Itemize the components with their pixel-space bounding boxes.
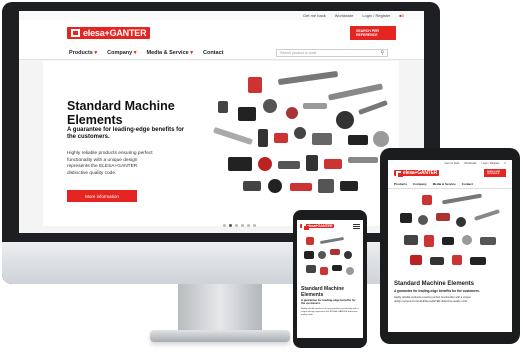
tablet-topbar-link[interactable]: Worldwide <box>464 162 476 165</box>
tablet-nav-item[interactable]: Media & Service <box>433 182 456 186</box>
tablet-nav-item[interactable]: Contact <box>462 182 473 186</box>
tablet-hero-title: Standard Machine Elements <box>394 281 475 287</box>
tablet-topbar-link[interactable]: Login / Register <box>481 162 499 165</box>
logo-mark-icon <box>302 224 309 230</box>
phone-hero-subtitle: A guarantee for leading-edge benefits fo… <box>301 298 356 306</box>
logo-mark-icon <box>396 170 403 177</box>
carousel-dot[interactable] <box>235 224 238 227</box>
tablet-header: elesa+GANTER SEARCH PER REFERENCE <box>388 166 512 180</box>
logo-mark-icon <box>71 29 80 37</box>
tablet-topbar-link[interactable]: Get me back <box>445 162 460 165</box>
phone-device: elesa+GANTER Standard Machine Elements A… <box>293 210 367 348</box>
chevron-down-icon: ▾ <box>94 49 98 56</box>
device-mockup-stage: Get me back Worldwide Login / Register ■… <box>0 0 523 358</box>
tablet-topbar-link[interactable]: 0 <box>505 162 506 165</box>
carousel-dot[interactable] <box>241 224 244 227</box>
monitor-chin <box>2 242 440 284</box>
main-nav: Products ▾ Company ▾ Media & Service ▾ C… <box>19 46 424 60</box>
phone-hero-body: Highly reliable products ensuring perfec… <box>301 307 359 316</box>
nav-item-company[interactable]: Company ▾ <box>107 50 136 56</box>
phone-header: elesa+GANTER <box>297 220 363 232</box>
nav-item-media-service[interactable]: Media & Service ▾ <box>147 50 193 56</box>
nav-label: Products <box>69 49 93 56</box>
phone-hero-title: Standard Machine Elements <box>301 286 345 298</box>
desktop-monitor: Get me back Worldwide Login / Register ■… <box>2 2 440 284</box>
tablet-hero-body: Highly reliable products ensuring perfec… <box>394 296 471 303</box>
search-icon[interactable]: ⚲ <box>380 50 384 56</box>
nav-label: Media & Service <box>146 49 189 56</box>
nav-item-contact[interactable]: Contact <box>203 50 223 56</box>
tablet-hero-text: Standard Machine Elements A guarantee fo… <box>388 281 512 303</box>
search-input[interactable]: Search product or code ⚲ <box>276 48 388 57</box>
search-placeholder: Search product or code <box>280 50 317 55</box>
cart-count: 0 <box>401 13 404 18</box>
nav-label: Company <box>107 49 133 56</box>
desktop-screen: Get me back Worldwide Login / Register ■… <box>19 11 424 233</box>
hero-subtitle: A guarantee for leading-edge benefits fo… <box>67 127 185 140</box>
hero-title: Standard Machine Elements <box>67 99 175 127</box>
site-header: elesa+GANTER SEARCH PER REFERENCE <box>19 20 424 46</box>
topbar-link-back[interactable]: Get me back <box>303 13 326 18</box>
tablet-nav-item[interactable]: Company <box>413 182 427 186</box>
more-information-button[interactable]: More information <box>67 190 137 202</box>
product-collage-image <box>208 70 398 216</box>
product-collage-image <box>300 233 360 285</box>
monitor-stand-foot <box>150 330 290 342</box>
carousel-dots[interactable] <box>223 224 256 227</box>
topbar: Get me back Worldwide Login / Register ■… <box>19 11 424 20</box>
logo-text: elesa+GANTER <box>307 224 333 228</box>
chevron-down-icon: ▾ <box>190 49 193 56</box>
tablet-hero-subtitle: A guarantee for leading-edge benefits fo… <box>394 289 480 293</box>
product-collage-image <box>392 191 508 279</box>
chevron-down-icon: ▾ <box>133 49 137 56</box>
hero-body: Highly reliable products ensuring perfec… <box>67 151 153 176</box>
carousel-dot[interactable] <box>253 224 256 227</box>
tablet-nav: Products Company Media & Service Contact <box>388 180 512 189</box>
monitor-stand-neck <box>178 284 262 336</box>
carousel-dot[interactable] <box>223 224 226 227</box>
elesa-ganter-logo[interactable]: elesa+GANTER <box>300 224 335 230</box>
carousel-dot[interactable] <box>247 224 250 227</box>
nav-item-products[interactable]: Products ▾ <box>69 50 97 56</box>
carousel-dot-active[interactable] <box>229 224 232 227</box>
search-reference-button[interactable]: SEARCH PER REFERENCE <box>484 168 506 178</box>
topbar-link-login[interactable]: Login / Register <box>362 13 390 18</box>
phone-screen: elesa+GANTER Standard Machine Elements A… <box>297 220 363 338</box>
hamburger-menu-icon[interactable] <box>353 223 360 229</box>
tablet-device: Get me back Worldwide Login / Register 0… <box>380 148 520 344</box>
elesa-ganter-logo[interactable]: elesa+GANTER <box>394 170 440 177</box>
elesa-ganter-logo[interactable]: elesa+GANTER <box>67 27 151 39</box>
phone-hero-text: Standard Machine Elements A guarantee fo… <box>297 286 363 317</box>
hero-banner: Standard Machine Elements A guarantee fo… <box>43 61 399 227</box>
logo-text: elesa+GANTER <box>403 170 438 176</box>
logo-text: elesa+GANTER <box>83 28 147 38</box>
tablet-nav-item[interactable]: Products <box>394 182 407 186</box>
search-reference-button[interactable]: SEARCH PER REFERENCE <box>350 25 396 41</box>
tablet-screen: Get me back Worldwide Login / Register 0… <box>388 160 512 332</box>
cart-icon[interactable]: ■0 <box>399 13 404 18</box>
topbar-link-worldwide[interactable]: Worldwide <box>335 13 354 18</box>
